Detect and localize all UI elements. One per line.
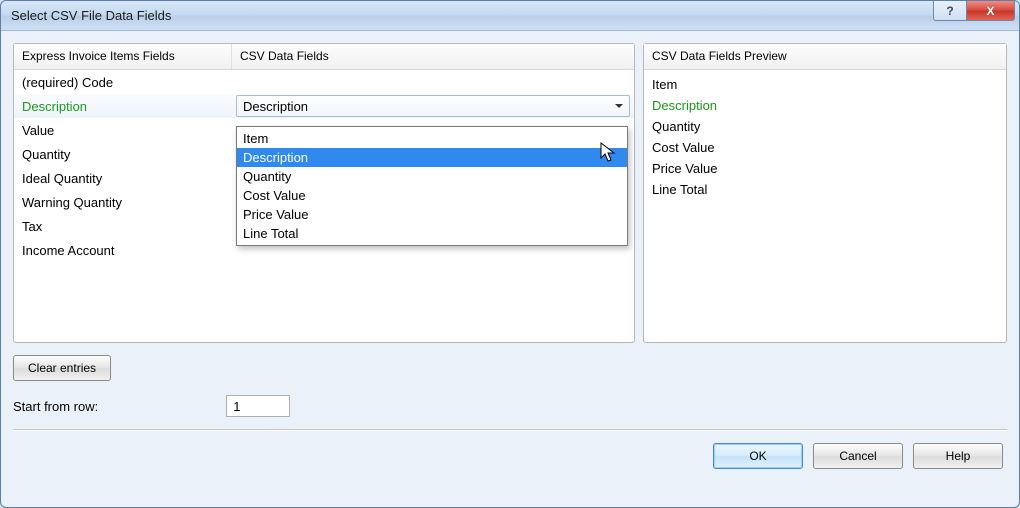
express-field-label: Quantity <box>14 147 232 162</box>
express-field-label: Warning Quantity <box>14 195 232 210</box>
csv-field-dropdown[interactable]: ItemDescriptionQuantityCost ValuePrice V… <box>236 126 628 246</box>
csv-field-cell[interactable]: Description <box>232 95 634 117</box>
mapping-panel-header: Express Invoice Items Fields CSV Data Fi… <box>14 44 634 70</box>
close-icon[interactable]: X <box>967 1 1015 21</box>
ok-button[interactable]: OK <box>713 443 803 469</box>
mapping-row[interactable]: (required) Code <box>14 70 634 94</box>
express-field-label: Ideal Quantity <box>14 171 232 186</box>
dropdown-option[interactable]: Item <box>237 129 627 148</box>
preview-item: Price Value <box>652 158 998 179</box>
dialog-window: Select CSV File Data Fields ? X Express … <box>0 0 1020 508</box>
clear-entries-button[interactable]: Clear entries <box>13 355 111 381</box>
preview-header: CSV Data Fields Preview <box>644 44 1006 69</box>
cancel-button[interactable]: Cancel <box>813 443 903 469</box>
dropdown-option[interactable]: Description <box>237 148 627 167</box>
express-field-label: Description <box>14 99 232 114</box>
titlebar-controls: ? X <box>933 1 1015 21</box>
dropdown-option[interactable]: Quantity <box>237 167 627 186</box>
chevron-down-icon <box>615 104 623 108</box>
preview-item: Description <box>652 95 998 116</box>
mapping-row[interactable]: Description Description <box>14 94 634 118</box>
preview-item: Cost Value <box>652 137 998 158</box>
start-row-group: Start from row: <box>13 395 1007 417</box>
titlebar: Select CSV File Data Fields ? X <box>1 1 1019 31</box>
client-area: Express Invoice Items Fields CSV Data Fi… <box>1 31 1019 507</box>
mapping-panel: Express Invoice Items Fields CSV Data Fi… <box>13 43 635 343</box>
help-button[interactable]: Help <box>913 443 1003 469</box>
combobox-value: Description <box>243 99 308 114</box>
express-field-label: Tax <box>14 219 232 234</box>
express-field-label: Income Account <box>14 243 232 258</box>
start-row-input[interactable] <box>226 395 290 417</box>
csv-fields-header: CSV Data Fields <box>232 44 634 69</box>
preview-item: Line Total <box>652 179 998 200</box>
preview-panel-header: CSV Data Fields Preview <box>644 44 1006 70</box>
dropdown-option[interactable]: Line Total <box>237 224 627 243</box>
preview-item: Item <box>652 74 998 95</box>
csv-field-combobox[interactable]: Description <box>236 95 630 117</box>
express-field-label: (required) Code <box>14 75 232 90</box>
mapping-body: (required) Code Description Description Val… <box>14 70 634 342</box>
express-fields-header: Express Invoice Items Fields <box>14 44 232 69</box>
panels-row: Express Invoice Items Fields CSV Data Fi… <box>13 43 1007 343</box>
express-field-label: Value <box>14 123 232 138</box>
preview-item: Quantity <box>652 116 998 137</box>
preview-list: ItemDescriptionQuantityCost ValuePrice V… <box>644 70 1006 204</box>
start-row-label: Start from row: <box>13 399 98 414</box>
window-title: Select CSV File Data Fields <box>11 8 171 23</box>
preview-panel: CSV Data Fields Preview ItemDescriptionQ… <box>643 43 1007 343</box>
help-icon[interactable]: ? <box>933 1 967 21</box>
dialog-footer: OK Cancel Help <box>13 431 1007 469</box>
dropdown-option[interactable]: Price Value <box>237 205 627 224</box>
dropdown-option[interactable]: Cost Value <box>237 186 627 205</box>
below-panels: Clear entries Start from row: <box>13 355 1007 417</box>
